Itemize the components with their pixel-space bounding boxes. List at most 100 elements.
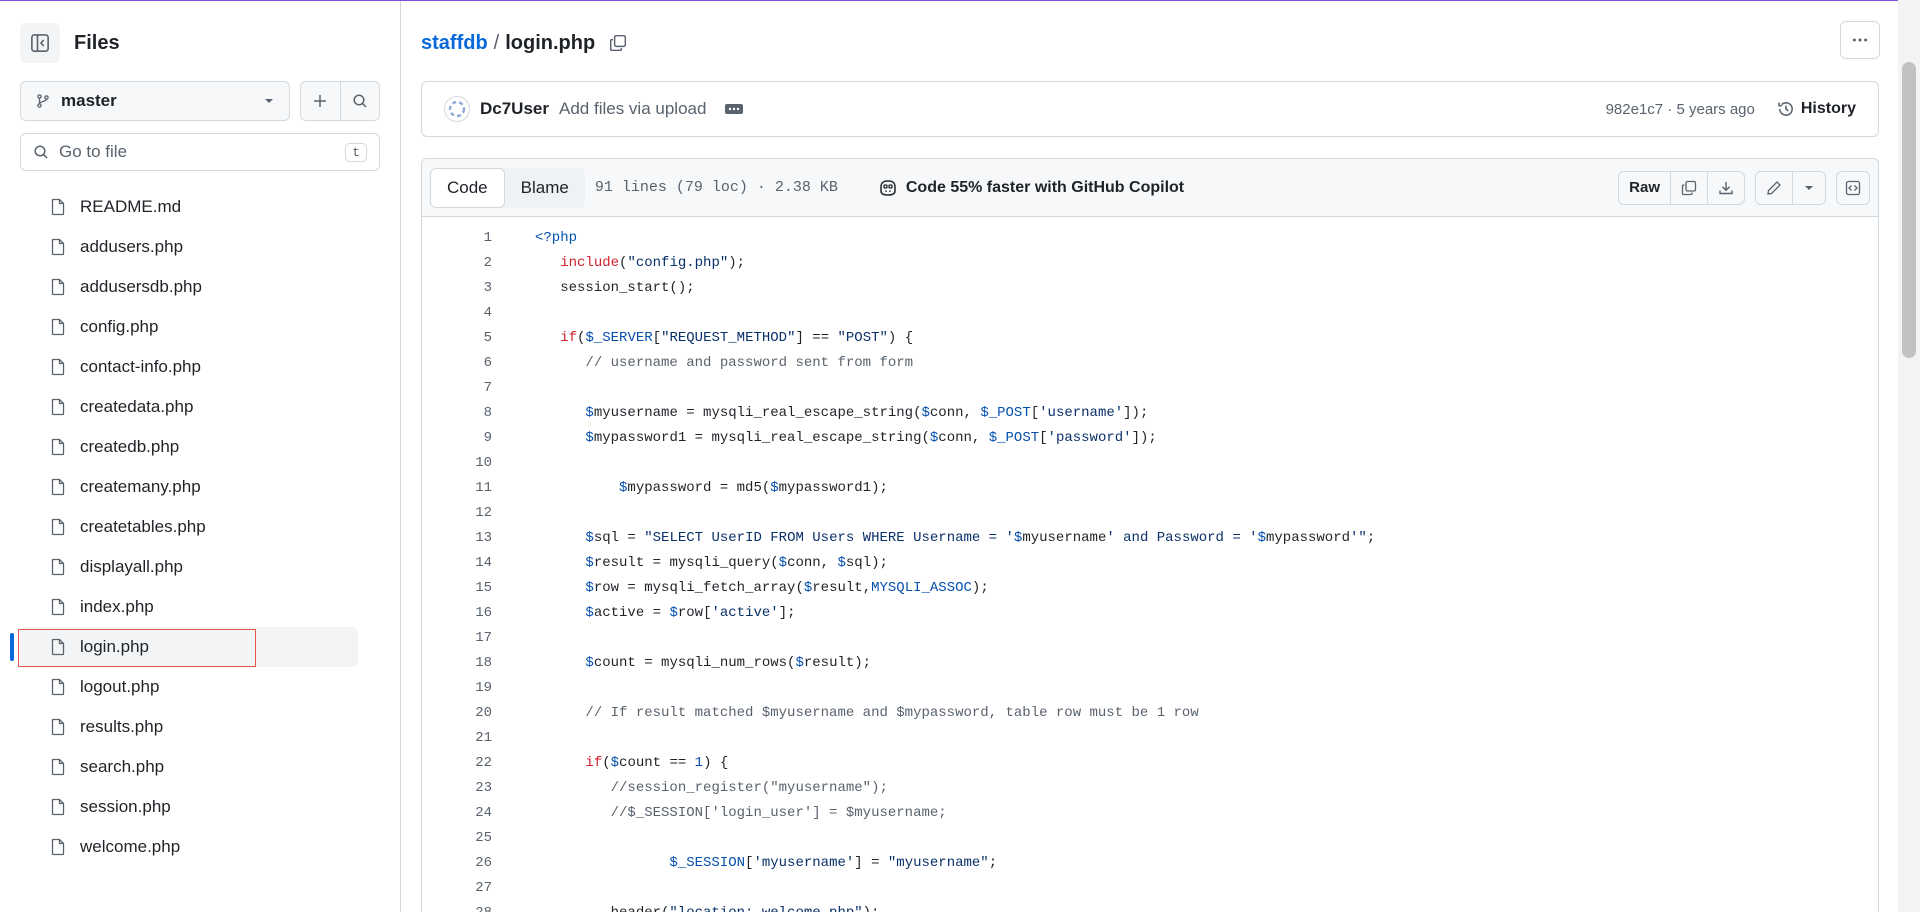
sidebar-item-login-php[interactable]: login.php [10,627,358,667]
code-toolbar: Code Blame 91 lines (79 loc) · 2.38 KB C… [422,159,1878,217]
line-number[interactable]: 6 [422,355,492,371]
file-icon [50,558,66,576]
line-number[interactable]: 25 [422,830,492,846]
commit-details-toggle[interactable] [724,102,744,116]
code-line: 2 include("config.php"); [422,250,1878,275]
add-file-button[interactable] [301,82,340,120]
sidebar-item-search-php[interactable]: search.php [20,747,358,787]
collapse-sidebar-button[interactable] [20,23,60,63]
sidebar-item-session-php[interactable]: session.php [20,787,358,827]
tab-blame[interactable]: Blame [505,168,585,208]
file-tree-sidebar: Files master Go to file t README.md addus… [0,1,401,912]
sidebar-item-addusers-php[interactable]: addusers.php [20,227,358,267]
sidebar-tools [300,81,380,121]
sidebar-item-index-php[interactable]: index.php [20,587,358,627]
line-number[interactable]: 15 [422,580,492,596]
sidebar-item-label: session.php [80,797,171,816]
file-stats: 91 lines (79 loc) · 2.38 KB [594,179,838,196]
line-number[interactable]: 3 [422,280,492,296]
sidebar-item-displayall-php[interactable]: displayall.php [20,547,358,587]
search-files-button[interactable] [339,82,379,120]
raw-copy-download-group: Raw [1618,170,1745,205]
line-number[interactable]: 11 [422,480,492,496]
file-icon [51,638,65,656]
edit-file-button[interactable] [1756,172,1792,204]
copy-raw-button[interactable] [1670,171,1707,204]
sidebar-item-logout-php[interactable]: logout.php [20,667,358,707]
commit-message[interactable]: Add files via upload [559,99,706,119]
line-number[interactable]: 14 [422,555,492,571]
sidebar-item-label: createtables.php [80,517,206,536]
line-number[interactable]: 12 [422,505,492,521]
file-tree: README.md addusers.php addusersdb.php confi… [0,187,400,867]
tab-code[interactable]: Code [430,167,505,208]
line-number[interactable]: 26 [422,855,492,871]
history-button[interactable]: History [1777,100,1856,118]
branch-selector[interactable]: master [20,81,290,121]
sidebar-item-results-php[interactable]: results.php [20,707,358,747]
go-to-file-input[interactable]: Go to file t [20,133,380,171]
line-number[interactable]: 10 [422,455,492,471]
copilot-promo-link[interactable]: Code 55% faster with GitHub Copilot [878,179,1184,197]
line-number[interactable]: 22 [422,755,492,771]
file-icon [50,638,66,656]
line-number[interactable]: 7 [422,380,492,396]
commit-author[interactable]: Dc7User [480,99,549,119]
sidebar-item-readme-md[interactable]: README.md [20,187,358,227]
sidebar-item-addusersdb-php[interactable]: addusersdb.php [20,267,358,307]
line-number[interactable]: 20 [422,705,492,721]
line-number[interactable]: 1 [422,230,492,246]
line-number[interactable]: 27 [422,880,492,896]
line-number[interactable]: 24 [422,805,492,821]
code-text: $active = $row['active']; [585,604,796,621]
copy-path-button[interactable] [609,34,627,52]
sidebar-item-welcome-php[interactable]: welcome.php [20,827,358,867]
file-icon [50,598,66,616]
scrollbar-thumb[interactable] [1902,62,1916,358]
sidebar-collapse-icon [31,34,49,52]
line-number[interactable]: 16 [422,605,492,621]
line-number[interactable]: 13 [422,530,492,546]
code-line: 22 if($count == 1) { [422,750,1878,775]
code-line: 3 session_start(); [422,275,1878,300]
history-label: History [1800,100,1856,117]
code-line: 16 $active = $row['active']; [422,600,1878,625]
sidebar-item-createmany-php[interactable]: createmany.php [20,467,358,507]
code-line: 11 $mypassword = md5($mypassword1); [422,475,1878,500]
sidebar-item-createdata-php[interactable]: createdata.php [20,387,358,427]
page-scrollbar[interactable] [1898,0,1920,912]
breadcrumb: staffdb / login.php [421,23,627,63]
more-options-button[interactable] [1840,21,1880,59]
line-number[interactable]: 21 [422,730,492,746]
line-number[interactable]: 2 [422,255,492,271]
breadcrumb-repo-link[interactable]: staffdb [421,32,488,55]
sidebar-item-createdb-php[interactable]: createdb.php [20,427,358,467]
line-number[interactable]: 4 [422,305,492,321]
commit-hash-and-age[interactable]: 982e1c7 · 5 years ago [1606,101,1755,118]
line-number[interactable]: 5 [422,330,492,346]
copy-icon [610,34,627,52]
author-avatar[interactable] [444,96,470,122]
raw-button[interactable]: Raw [1619,172,1670,204]
code-text: session_start(); [535,279,695,296]
edit-options-dropdown[interactable] [1792,171,1825,204]
symbols-panel-button[interactable] [1836,170,1870,205]
sidebar-item-label: welcome.php [80,837,181,856]
go-to-file-placeholder: Go to file [59,142,128,161]
line-number[interactable]: 8 [422,405,492,421]
sidebar-item-createtables-php[interactable]: createtables.php [20,507,358,547]
line-number[interactable]: 9 [422,430,492,446]
code-lines: 1 <?php 2 include("config.php"); 3 session_… [422,217,1878,912]
code-line: 23 //session_register("myusername"); [422,775,1878,800]
line-number[interactable]: 19 [422,680,492,696]
line-number[interactable]: 28 [422,905,492,912]
download-button[interactable] [1707,171,1744,204]
sidebar-item-contact-info-php[interactable]: contact-info.php [20,347,358,387]
caret-down-icon [265,99,273,103]
file-icon [51,718,65,736]
line-number[interactable]: 18 [422,655,492,671]
sidebar-item-config-php[interactable]: config.php [20,307,358,347]
line-number[interactable]: 17 [422,630,492,646]
file-icon [51,398,65,416]
line-number[interactable]: 23 [422,780,492,796]
